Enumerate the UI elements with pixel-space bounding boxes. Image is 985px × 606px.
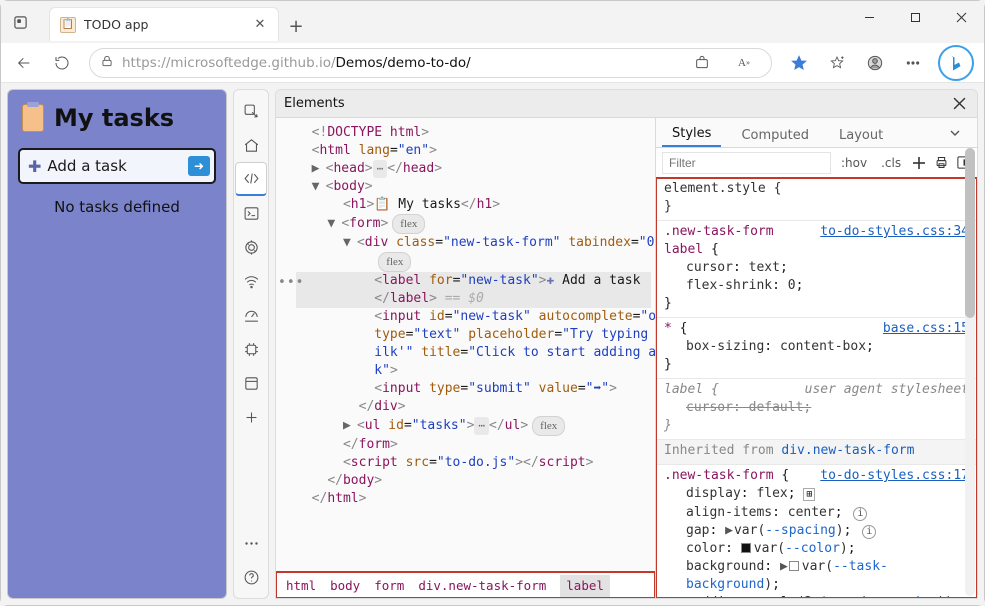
- tab-close-button[interactable]: ✕: [252, 17, 268, 33]
- devtools-panel: Elements ••• <!DOCTYPE html> <html lang=…: [275, 89, 978, 599]
- devtools-panel-title: Elements: [284, 96, 949, 111]
- url-text: https://microsoftedge.github.io/Demos/de…: [122, 55, 471, 71]
- rule-source-link[interactable]: to-do-styles.css:34: [820, 223, 969, 241]
- tabs-more-icon[interactable]: [939, 123, 971, 147]
- devtools-header: Elements: [276, 90, 977, 118]
- devtools-close-button[interactable]: [949, 94, 969, 114]
- plus-icon: ✚: [28, 157, 41, 176]
- tab-layout[interactable]: Layout: [829, 124, 893, 147]
- network-tool-icon[interactable]: [235, 264, 267, 298]
- favorite-star-icon[interactable]: [782, 47, 816, 79]
- new-style-rule-icon[interactable]: [911, 152, 927, 174]
- more-button[interactable]: [896, 47, 930, 79]
- reader-icon[interactable]: A»: [727, 47, 761, 79]
- submit-task-button[interactable]: ➜: [188, 156, 210, 176]
- breadcrumb-item-selected[interactable]: label: [560, 575, 610, 597]
- styles-filter-input[interactable]: [662, 152, 831, 174]
- scrollbar[interactable]: [965, 148, 975, 596]
- tab-actions-button[interactable]: [1, 1, 39, 43]
- dom-selected-node[interactable]: <label for="new-task">✚ Add a task: [296, 272, 651, 290]
- memory-tool-icon[interactable]: [235, 332, 267, 366]
- refresh-button[interactable]: [45, 47, 79, 79]
- elements-tool-icon[interactable]: [235, 162, 267, 196]
- rule-source-link[interactable]: base.css:15: [883, 320, 969, 338]
- clipboard-icon: [22, 104, 44, 132]
- app-title: My tasks: [54, 104, 174, 132]
- back-button[interactable]: [7, 47, 41, 79]
- new-tab-button[interactable]: +: [279, 1, 313, 43]
- shopping-icon[interactable]: [685, 47, 719, 79]
- styles-pane: Styles Computed Layout :hov .cls element…: [656, 118, 977, 598]
- profile-icon[interactable]: [858, 47, 892, 79]
- todo-app-panel: My tasks ✚ Add a task ➜ No tasks defined: [7, 89, 227, 599]
- add-tool-icon[interactable]: [235, 400, 267, 434]
- minimize-button[interactable]: [846, 1, 892, 33]
- breadcrumb-item[interactable]: form: [374, 577, 404, 595]
- tab-favicon-icon: 📋: [60, 17, 76, 33]
- more-tools-icon[interactable]: [235, 526, 267, 560]
- tasks-empty-message: No tasks defined: [18, 198, 216, 216]
- title-bar: 📋 TODO app ✕ +: [1, 1, 984, 43]
- nav-bar: https://microsoftedge.github.io/Demos/de…: [1, 43, 984, 83]
- inherited-from-link[interactable]: div.new-task-form: [781, 443, 914, 458]
- performance-tool-icon[interactable]: [235, 298, 267, 332]
- favorites-icon[interactable]: [820, 47, 854, 79]
- maximize-button[interactable]: [892, 1, 938, 33]
- print-icon[interactable]: [933, 152, 949, 174]
- breadcrumb-item[interactable]: html: [286, 577, 316, 595]
- breadcrumb-item[interactable]: body: [330, 577, 360, 595]
- application-tool-icon[interactable]: [235, 366, 267, 400]
- tab-styles[interactable]: Styles: [662, 122, 721, 147]
- tab-title: TODO app: [84, 17, 244, 32]
- address-bar[interactable]: https://microsoftedge.github.io/Demos/de…: [89, 48, 772, 78]
- dom-breadcrumb[interactable]: html body form div.new-task-form label: [276, 572, 655, 598]
- welcome-tool-icon[interactable]: [235, 128, 267, 162]
- devtools-activity-bar: [233, 89, 269, 599]
- site-info-icon[interactable]: [100, 54, 114, 72]
- sources-tool-icon[interactable]: [235, 230, 267, 264]
- style-rules[interactable]: element.style { } to-do-styles.css:34 .n…: [656, 178, 977, 598]
- inspect-tool-icon[interactable]: [235, 94, 267, 128]
- new-task-form[interactable]: ✚ Add a task ➜: [18, 148, 216, 184]
- styles-toolbar: :hov .cls: [656, 148, 977, 178]
- window-controls: [846, 1, 984, 43]
- overflow-dots-icon: •••: [278, 274, 304, 292]
- add-task-label: Add a task: [47, 157, 182, 175]
- browser-tab[interactable]: 📋 TODO app ✕: [49, 7, 279, 41]
- dom-tree[interactable]: ••• <!DOCTYPE html> <html lang="en"> ▶<h…: [276, 118, 656, 598]
- help-icon[interactable]: [235, 560, 267, 594]
- app-heading: My tasks: [18, 102, 216, 134]
- close-window-button[interactable]: [938, 1, 984, 33]
- hov-toggle[interactable]: :hov: [837, 156, 871, 170]
- styles-tabs: Styles Computed Layout: [656, 118, 977, 148]
- console-tool-icon[interactable]: [235, 196, 267, 230]
- tab-computed[interactable]: Computed: [731, 124, 819, 147]
- bing-button[interactable]: [938, 45, 974, 81]
- breadcrumb-item[interactable]: div.new-task-form: [418, 577, 546, 595]
- cls-toggle[interactable]: .cls: [877, 156, 905, 170]
- rule-source-link[interactable]: to-do-styles.css:17: [820, 467, 969, 485]
